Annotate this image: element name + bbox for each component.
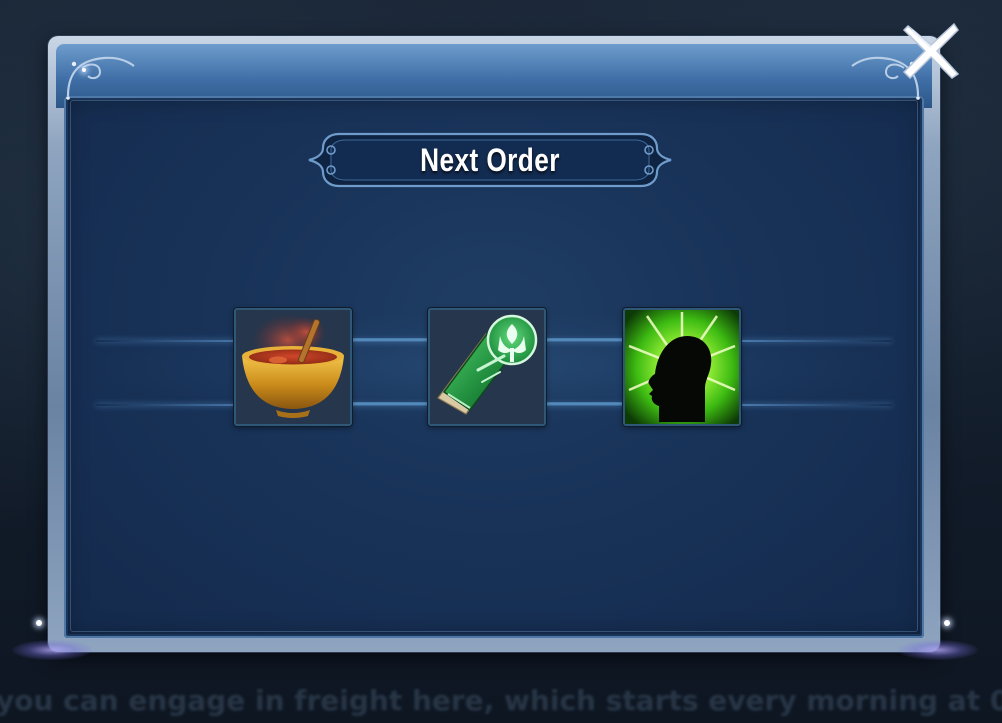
spark-top-left [82, 68, 86, 72]
order-item-slot-2[interactable] [428, 308, 546, 426]
soup-bowl-icon [236, 310, 350, 424]
spark-left [36, 620, 42, 626]
background-hint-text: you can engage in freight here, which st… [0, 684, 1002, 717]
close-icon[interactable] [898, 18, 964, 84]
connector-lower-1 [352, 402, 430, 406]
corner-ornament-left-icon [66, 56, 135, 100]
connector-upper-1 [352, 338, 430, 342]
order-item-slot-1[interactable] [234, 308, 352, 426]
dialog-title: Next Order [420, 141, 560, 178]
green-book-icon [430, 310, 544, 424]
spark-right [944, 620, 950, 626]
floor-glow-right [898, 640, 978, 660]
connector-lower-2 [546, 402, 624, 406]
order-item-slot-3[interactable] [623, 308, 741, 426]
head-silhouette-icon [625, 310, 739, 424]
floor-glow-left [12, 640, 92, 660]
connector-upper-2 [546, 338, 624, 342]
